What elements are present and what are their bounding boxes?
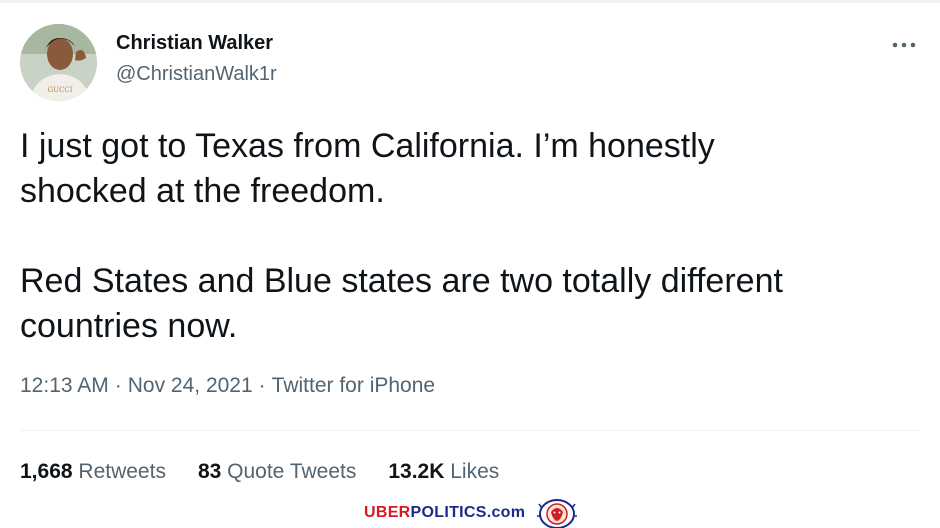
- engagement-stats: 1,668 Retweets 83 Quote Tweets 13.2K Lik…: [20, 460, 499, 484]
- watermark: UBERPOLITICS.com: [364, 498, 579, 528]
- avatar-image: GUCCI: [20, 24, 97, 101]
- avatar[interactable]: GUCCI: [20, 24, 97, 101]
- tweet-date[interactable]: Nov 24, 2021: [128, 374, 253, 397]
- quote-tweets-count: 83: [197, 460, 222, 483]
- more-horizontal-icon: [892, 42, 916, 48]
- likes-stat[interactable]: 13.2K Likes: [388, 460, 499, 484]
- watermark-part-politics: POLITICS: [410, 504, 487, 521]
- tweet-text: I just got to Texas from California. I’m…: [20, 127, 783, 345]
- author-display-name[interactable]: Christian Walker: [116, 32, 273, 55]
- quote-tweets-label: Quote Tweets: [227, 460, 357, 483]
- retweets-stat[interactable]: 1,668 Retweets: [20, 460, 166, 484]
- watermark-part-uber: UBER: [364, 504, 411, 521]
- likes-count: 13.2K: [388, 460, 445, 483]
- watermark-part-com: .com: [486, 504, 526, 521]
- more-options-button[interactable]: [884, 30, 924, 60]
- tweet-card: GUCCI Christian Walker @ChristianWalk1r …: [0, 0, 940, 528]
- retweets-label: Retweets: [78, 460, 166, 483]
- lion-crest-icon: [537, 499, 578, 528]
- tweet-time[interactable]: 12:13 AM: [20, 374, 109, 397]
- tweet-source[interactable]: Twitter for iPhone: [272, 374, 435, 397]
- retweets-count: 1,668: [20, 460, 73, 483]
- watermark-text: UBERPOLITICS.com: [364, 504, 525, 522]
- meta-separator: ·: [258, 374, 266, 397]
- top-divider: [0, 0, 940, 3]
- stats-divider: [20, 430, 920, 431]
- meta-separator: ·: [114, 374, 122, 397]
- avatar-shirt-text: GUCCI: [48, 86, 73, 94]
- likes-label: Likes: [450, 460, 500, 483]
- author-handle[interactable]: @ChristianWalk1r: [116, 63, 277, 86]
- quote-tweets-stat[interactable]: 83 Quote Tweets: [198, 460, 356, 484]
- tweet-metadata: 12:13 AM · Nov 24, 2021 · Twitter for iPhone: [20, 374, 435, 398]
